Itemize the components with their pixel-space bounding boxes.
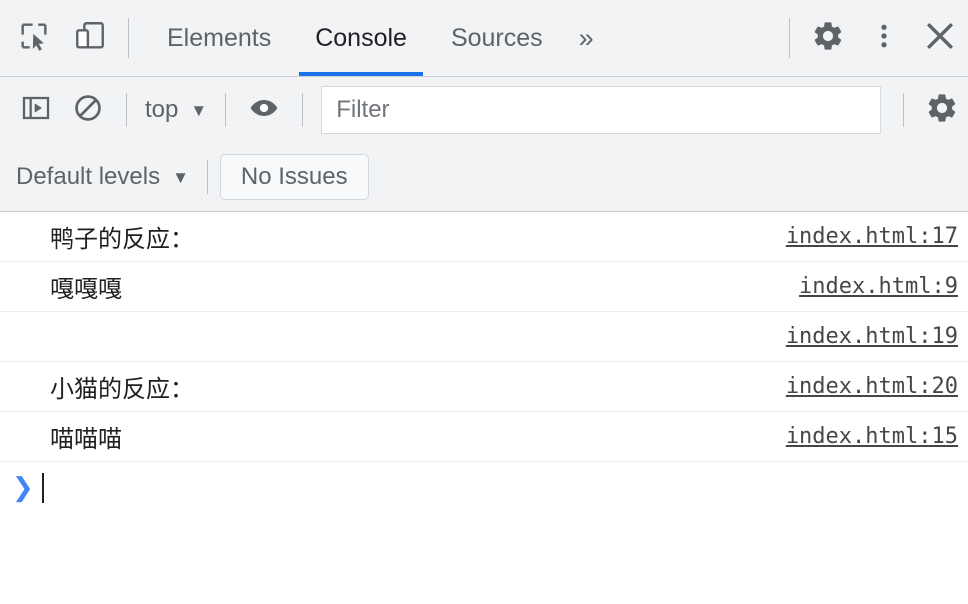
console-prompt-row[interactable]: ❯ (0, 462, 968, 514)
toolbar-divider-2 (225, 93, 227, 127)
console-source-link[interactable]: index.html:19 (786, 324, 958, 349)
device-toolbar-icon (73, 19, 107, 58)
tab-sources-label: Sources (450, 23, 543, 52)
table-row[interactable]: 鸭子的反应： index.html:17 (0, 212, 968, 262)
live-expression-eye-icon (248, 92, 280, 129)
table-row[interactable]: 嘎嘎嘎 index.html:9 (0, 262, 968, 312)
devtools-panel: Elements Console Sources » top ▼ Filter … (0, 0, 968, 604)
chevron-double-right-icon: » (578, 22, 594, 53)
console-source-link[interactable]: index.html:9 (799, 274, 958, 299)
console-source-link[interactable]: index.html:17 (786, 224, 958, 249)
console-toolbar-row-1: top ▼ Filter (0, 77, 968, 143)
tabbar-actions (779, 0, 968, 76)
toolbar-divider-4 (903, 93, 904, 127)
table-row[interactable]: index.html:19 (0, 312, 968, 362)
console-toolbar-row-2: Default levels ▼ No Issues (0, 143, 968, 211)
console-source-link[interactable]: index.html:20 (786, 374, 958, 399)
clear-console-button[interactable] (62, 84, 114, 136)
console-empty-area (0, 514, 968, 604)
tabbar-divider-left (128, 18, 129, 58)
console-message-list: 鸭子的反应： index.html:17 嘎嘎嘎 index.html:9 in… (0, 212, 968, 604)
issues-button[interactable]: No Issues (219, 154, 369, 200)
console-message-text: 小猫的反应： (50, 375, 194, 403)
tab-list: Elements Console Sources » (145, 0, 608, 76)
close-icon (923, 19, 957, 58)
execution-context-label: top (145, 96, 179, 123)
gear-icon (811, 19, 845, 58)
devtools-tabbar: Elements Console Sources » (0, 0, 968, 77)
console-source-link[interactable]: index.html:15 (786, 424, 958, 449)
more-tabs-button[interactable]: » (565, 0, 608, 76)
table-row[interactable]: 喵喵喵 index.html:15 (0, 412, 968, 462)
log-levels-label: Default levels (16, 163, 161, 190)
gear-icon (925, 91, 959, 130)
close-devtools-button[interactable] (912, 0, 968, 76)
device-toolbar-button[interactable] (62, 0, 118, 76)
filter-placeholder: Filter (336, 96, 390, 123)
console-message-text: 喵喵喵 (50, 425, 122, 453)
console-message-text: 鸭子的反应： (50, 225, 194, 253)
chevron-down-icon: ▼ (190, 100, 208, 120)
devtools-main-menu-button[interactable] (856, 0, 912, 76)
tab-console-label: Console (315, 23, 407, 52)
live-expression-button[interactable] (238, 84, 290, 136)
tab-console[interactable]: Console (293, 0, 429, 76)
toolbar-divider-3 (302, 93, 304, 127)
table-row[interactable]: 小猫的反应： index.html:20 (0, 362, 968, 412)
chevron-down-icon: ▼ (172, 167, 189, 187)
toolbar-divider-5 (206, 160, 208, 194)
console-message-text: 嘎嘎嘎 (50, 275, 122, 303)
inspect-element-button[interactable] (6, 0, 62, 76)
clear-console-icon (72, 92, 104, 129)
text-cursor (42, 473, 44, 503)
tabbar-divider-right (789, 18, 790, 58)
three-dot-menu-icon (869, 19, 899, 58)
console-toolbar: top ▼ Filter Default levels ▼ No Issues (0, 77, 968, 212)
toolbar-divider-1 (126, 93, 127, 127)
console-sidebar-toggle-button[interactable] (10, 84, 62, 136)
tab-elements-label: Elements (167, 23, 272, 52)
console-sidebar-icon (20, 92, 52, 129)
console-settings-button[interactable] (916, 84, 968, 136)
execution-context-selector[interactable]: top ▼ (139, 96, 213, 124)
log-levels-selector[interactable]: Default levels ▼ (10, 163, 195, 191)
devtools-settings-button[interactable] (800, 0, 856, 76)
tab-sources[interactable]: Sources (429, 0, 565, 76)
issues-button-label: No Issues (240, 163, 348, 190)
filter-input[interactable]: Filter (321, 86, 881, 134)
prompt-chevron-icon: ❯ (12, 473, 34, 503)
inspect-element-icon (17, 19, 51, 58)
tab-elements[interactable]: Elements (145, 0, 293, 76)
